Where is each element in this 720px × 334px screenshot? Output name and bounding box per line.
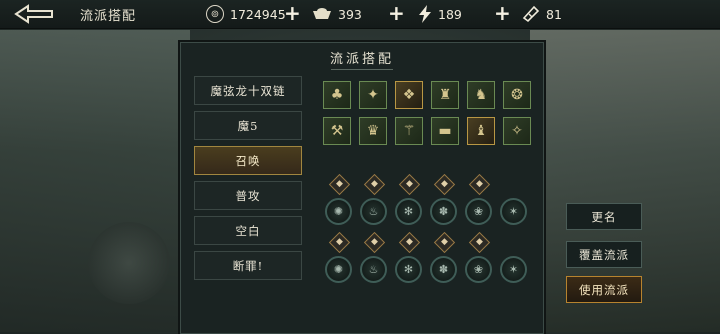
ticket-resource: 81 (522, 3, 562, 25)
skill-slot[interactable]: ✽ (430, 198, 457, 225)
coin-icon: ⊚ (206, 5, 224, 23)
skill-slot[interactable]: ♨ (360, 256, 387, 283)
ingot-icon (313, 8, 331, 19)
panel-title: 流派搭配 (329, 52, 394, 67)
ring-icon: ❂ (511, 87, 523, 103)
equipment-slot[interactable]: ❖ (395, 81, 423, 109)
top-bar: 流派搭配 ⊚ 1724945 + 393 + 189 + 81 (0, 0, 720, 29)
mace-icon: ♣ (330, 87, 344, 103)
equipment-slot[interactable]: ❂ (503, 81, 531, 109)
back-arrow-icon (14, 4, 53, 24)
build-item[interactable]: 魔弦龙十双链 (194, 76, 302, 105)
build-item[interactable]: 空白 (194, 216, 302, 245)
overwrite-build-button[interactable]: 覆盖流派 (566, 241, 642, 268)
belt-icon: ▬ (438, 123, 452, 139)
cloak-icon: ♛ (366, 123, 380, 139)
add-ingot-button[interactable]: + (388, 1, 405, 25)
helmet-icon: ♝ (474, 123, 488, 139)
add-coin-button[interactable]: + (284, 1, 301, 25)
skill-rune[interactable]: ◆ (433, 231, 456, 254)
dagger-icon: ✦ (367, 87, 379, 103)
boots-icon: ♞ (474, 87, 488, 103)
lightning-icon (419, 5, 431, 23)
skill-rune[interactable]: ◆ (433, 173, 456, 196)
equipment-slot[interactable]: ⚚ (395, 117, 423, 145)
amulet-icon: ✧ (511, 123, 523, 139)
equipment-slot[interactable]: ♜ (431, 81, 459, 109)
skill-rune[interactable]: ◆ (468, 231, 491, 254)
skill-slot[interactable]: ✻ (395, 198, 422, 225)
build-item[interactable]: 断罪! (194, 251, 302, 280)
armor-icon: ❖ (402, 87, 416, 103)
build-item-selected[interactable]: 召唤 (194, 146, 302, 175)
skill-rune[interactable]: ◆ (398, 173, 421, 196)
robe-icon: ♜ (438, 87, 452, 103)
ingot-resource: 393 (312, 3, 362, 25)
skill-slot[interactable]: ❀ (465, 198, 492, 225)
staff-icon: ⚚ (402, 123, 416, 139)
ticket-count: 81 (546, 6, 562, 22)
skill-slot[interactable]: ♨ (360, 198, 387, 225)
use-build-button[interactable]: 使用流派 (566, 276, 642, 303)
skill-slot[interactable]: ✶ (500, 256, 527, 283)
virtual-joystick (88, 222, 170, 304)
skill-rune[interactable]: ◆ (468, 173, 491, 196)
skill-rune[interactable]: ◆ (328, 173, 351, 196)
equipment-slot[interactable]: ✧ (503, 117, 531, 145)
coin-count: 1724945 (230, 6, 286, 22)
build-panel: 流派搭配 魔弦龙十双链 魔5 召唤 普攻 空白 断罪! ♣ ✦ ❖ ♜ ♞ ❂ … (180, 42, 544, 334)
skill-slot[interactable]: ✺ (325, 198, 352, 225)
ticket-icon (522, 5, 540, 23)
skill-rune[interactable]: ◆ (363, 231, 386, 254)
equipment-slot[interactable]: ♛ (359, 117, 387, 145)
add-energy-button[interactable]: + (494, 1, 511, 25)
equipment-slot[interactable]: ♞ (467, 81, 495, 109)
skill-slot[interactable]: ❀ (465, 256, 492, 283)
skill-slot[interactable]: ✺ (325, 256, 352, 283)
rename-button[interactable]: 更名 (566, 203, 642, 230)
equipment-slot[interactable]: ▬ (431, 117, 459, 145)
skill-rune[interactable]: ◆ (328, 231, 351, 254)
title-divider (331, 69, 393, 70)
build-list: 魔弦龙十双链 魔5 召唤 普攻 空白 断罪! (194, 76, 304, 286)
equipment-slot[interactable]: ✦ (359, 81, 387, 109)
energy-count: 189 (438, 6, 462, 22)
equipment-slot[interactable]: ♣ (323, 81, 351, 109)
back-button[interactable] (12, 3, 58, 25)
skill-slot[interactable]: ✶ (500, 198, 527, 225)
equipment-slot[interactable]: ⚒ (323, 117, 351, 145)
ingot-count: 393 (338, 6, 362, 22)
skill-slot[interactable]: ✻ (395, 256, 422, 283)
skill-rune[interactable]: ◆ (363, 173, 386, 196)
equipment-slot[interactable]: ♝ (467, 117, 495, 145)
skill-rune[interactable]: ◆ (398, 231, 421, 254)
page-title: 流派搭配 (80, 9, 137, 24)
build-item[interactable]: 魔5 (194, 111, 302, 140)
axe-icon: ⚒ (330, 123, 344, 139)
build-item[interactable]: 普攻 (194, 181, 302, 210)
coin-resource: ⊚ 1724945 (206, 3, 286, 25)
skill-slot[interactable]: ✽ (430, 256, 457, 283)
energy-resource: 189 (418, 3, 462, 25)
